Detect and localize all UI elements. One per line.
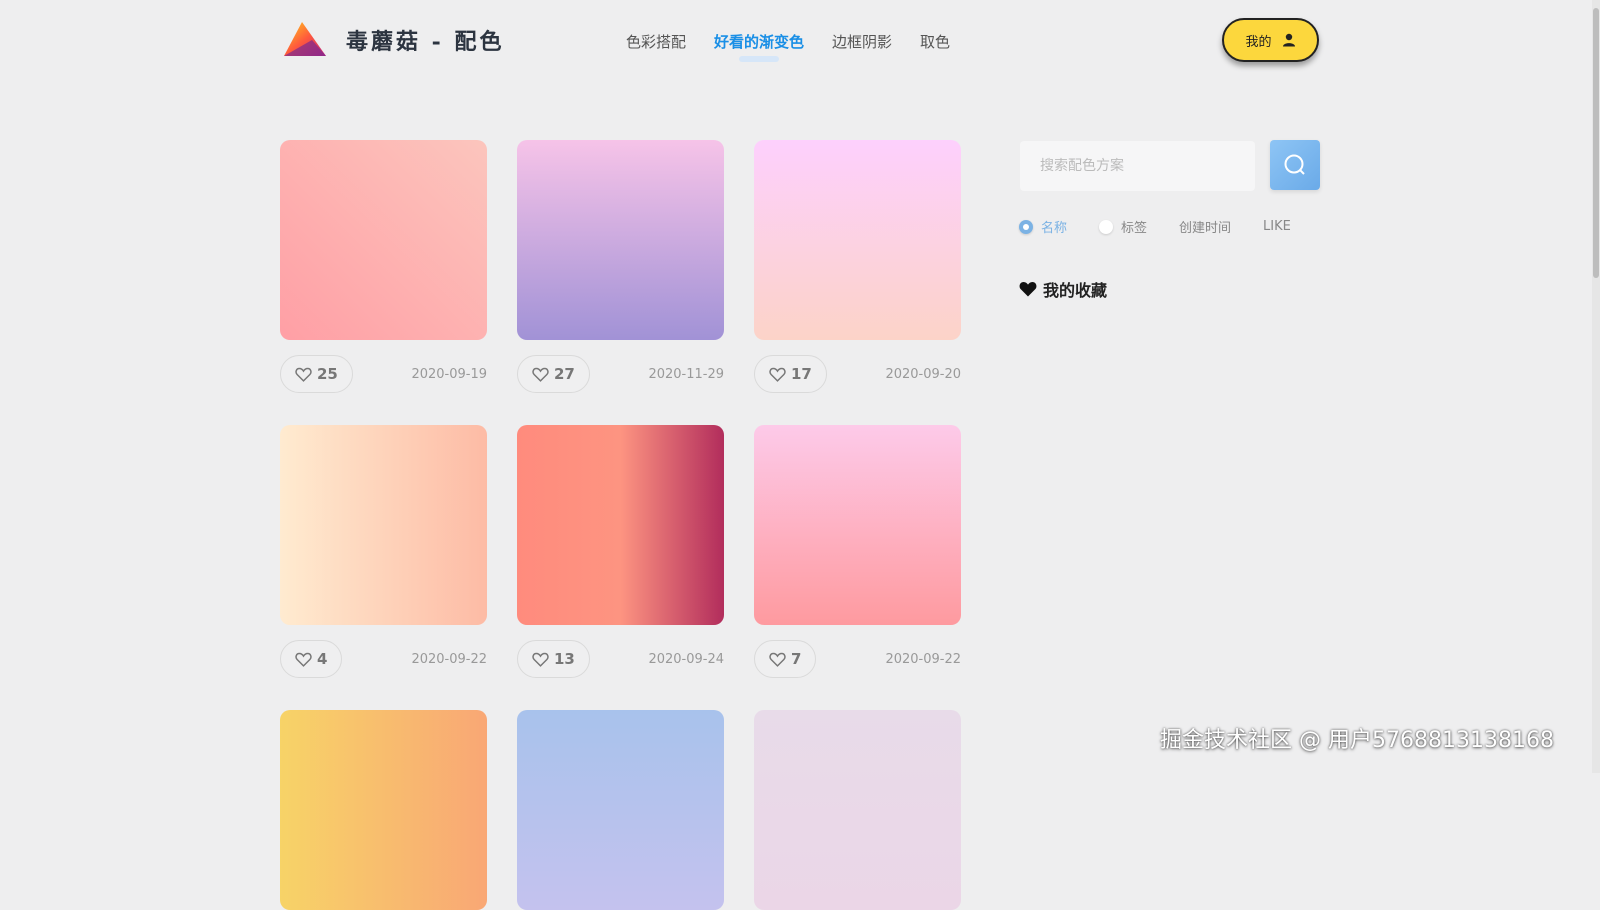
search-button[interactable] xyxy=(1270,140,1320,190)
my-account-button[interactable]: 我的 xyxy=(1222,18,1319,62)
gradient-swatch[interactable] xyxy=(280,140,487,340)
favorites-link[interactable]: 我的收藏 xyxy=(1019,277,1107,301)
heart-filled-icon xyxy=(1019,282,1037,297)
sort-created-time[interactable]: 创建时间 xyxy=(1179,217,1231,236)
gradient-swatch[interactable] xyxy=(517,140,724,340)
card-date: 2020-09-20 xyxy=(885,367,961,382)
like-count: 25 xyxy=(317,365,338,383)
card-date: 2020-11-29 xyxy=(648,367,724,382)
gradient-card[interactable]: 25 2020-09-19 xyxy=(280,140,487,393)
nav-item-gradients[interactable]: 好看的渐变色 xyxy=(714,31,804,62)
gradient-card[interactable] xyxy=(754,710,961,910)
main-nav: 色彩搭配 好看的渐变色 边框阴影 取色 xyxy=(626,31,978,62)
search-filters: 名称 标签 创建时间 LIKE xyxy=(1019,217,1323,236)
nav-item-color-picker[interactable]: 取色 xyxy=(920,31,950,52)
card-date: 2020-09-22 xyxy=(885,652,961,667)
nav-item-border-shadow[interactable]: 边框阴影 xyxy=(832,31,892,52)
like-button[interactable]: 25 xyxy=(280,355,353,393)
search-input[interactable] xyxy=(1020,141,1255,191)
like-button[interactable]: 13 xyxy=(517,640,590,678)
favorites-label: 我的收藏 xyxy=(1043,281,1108,300)
card-date: 2020-09-24 xyxy=(648,652,724,667)
gradient-swatch[interactable] xyxy=(754,425,961,625)
search-icon xyxy=(1284,154,1305,175)
heart-outline-icon xyxy=(769,652,786,667)
scrollbar-thumb[interactable] xyxy=(1593,8,1599,278)
gradient-swatch[interactable] xyxy=(280,710,487,910)
filter-tag[interactable]: 标签 xyxy=(1099,217,1147,236)
gradient-card[interactable]: 4 2020-09-22 xyxy=(280,425,487,678)
logo-icon xyxy=(284,22,326,56)
filter-name[interactable]: 名称 xyxy=(1019,217,1067,236)
like-count: 27 xyxy=(554,365,575,383)
like-button[interactable]: 17 xyxy=(754,355,827,393)
radio-tag[interactable] xyxy=(1099,219,1114,234)
user-icon xyxy=(1282,33,1295,47)
heart-outline-icon xyxy=(769,367,786,382)
filter-tag-label: 标签 xyxy=(1121,221,1148,236)
gradient-card[interactable] xyxy=(517,710,724,910)
like-button[interactable]: 7 xyxy=(754,640,817,678)
gradient-card[interactable]: 13 2020-09-24 xyxy=(517,425,724,678)
like-count: 7 xyxy=(791,650,802,668)
gradient-card[interactable] xyxy=(280,710,487,910)
gradient-swatch[interactable] xyxy=(280,425,487,625)
gradient-card[interactable]: 17 2020-09-20 xyxy=(754,140,961,393)
heart-outline-icon xyxy=(295,652,312,667)
like-button[interactable]: 4 xyxy=(280,640,343,678)
watermark: 掘金技术社区 @ 用户5768813138168 xyxy=(1160,728,1554,753)
gradient-card[interactable]: 7 2020-09-22 xyxy=(754,425,961,678)
heart-outline-icon xyxy=(532,652,549,667)
heart-outline-icon xyxy=(532,367,549,382)
gradient-swatch[interactable] xyxy=(754,710,961,910)
nav-item-color-matching[interactable]: 色彩搭配 xyxy=(626,31,686,52)
sort-like[interactable]: LIKE xyxy=(1263,219,1291,234)
like-button[interactable]: 27 xyxy=(517,355,590,393)
brand-title: 毒蘑菇 - 配色 xyxy=(346,29,505,55)
gradient-card[interactable]: 27 2020-11-29 xyxy=(517,140,724,393)
sort-like-label: LIKE xyxy=(1263,219,1291,234)
radio-name[interactable] xyxy=(1019,219,1033,234)
like-count: 13 xyxy=(554,650,575,668)
like-count: 4 xyxy=(317,650,328,668)
sort-created-time-label: 创建时间 xyxy=(1179,221,1232,236)
card-date: 2020-09-22 xyxy=(411,652,487,667)
heart-outline-icon xyxy=(295,367,312,382)
gradient-swatch[interactable] xyxy=(517,425,724,625)
scrollbar[interactable] xyxy=(1592,0,1600,773)
filter-name-label: 名称 xyxy=(1041,221,1068,236)
gradient-swatch[interactable] xyxy=(517,710,724,910)
header: 毒蘑菇 - 配色 色彩搭配 好看的渐变色 边框阴影 取色 我的 xyxy=(0,0,1600,90)
card-date: 2020-09-19 xyxy=(411,367,487,382)
my-account-label: 我的 xyxy=(1245,34,1272,50)
like-count: 17 xyxy=(791,365,812,383)
gradient-swatch[interactable] xyxy=(754,140,961,340)
